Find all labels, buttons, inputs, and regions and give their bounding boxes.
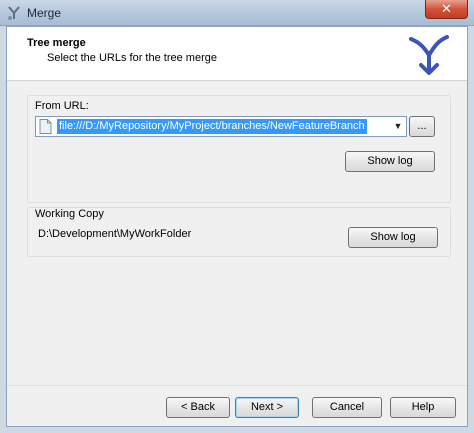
close-button[interactable]: ✕ — [425, 0, 468, 19]
merge-app-icon — [8, 6, 20, 20]
file-icon — [39, 119, 52, 134]
working-copy-path: D:\Development\MyWorkFolder — [38, 228, 192, 240]
tree-merge-icon — [409, 35, 449, 75]
working-copy-label: Working Copy — [35, 208, 104, 220]
page-subtitle: Select the URLs for the tree merge — [47, 52, 217, 64]
page-title: Tree merge — [27, 37, 86, 49]
from-url-group — [27, 95, 451, 203]
help-button[interactable]: Help — [390, 397, 456, 418]
from-url-show-log-button[interactable]: Show log — [345, 151, 435, 172]
cancel-button[interactable]: Cancel — [312, 397, 382, 418]
browse-url-button[interactable]: ... — [409, 116, 435, 137]
from-url-label: From URL: — [35, 100, 89, 112]
back-button[interactable]: < Back — [166, 397, 230, 418]
chevron-down-icon[interactable]: ▼ — [390, 117, 406, 136]
working-copy-show-log-button[interactable]: Show log — [348, 227, 438, 248]
next-button[interactable]: Next > — [235, 397, 299, 418]
footer-divider — [7, 385, 467, 386]
merge-dialog: Tree merge Select the URLs for the tree … — [6, 26, 468, 427]
window-title: Merge — [27, 6, 62, 20]
wizard-header: Tree merge Select the URLs for the tree … — [7, 27, 467, 81]
title-bar[interactable]: Merge ✕ — [0, 0, 474, 26]
from-url-value[interactable]: file:///D:/MyRepository/MyProject/branch… — [57, 119, 367, 134]
from-url-combobox[interactable]: file:///D:/MyRepository/MyProject/branch… — [35, 116, 407, 137]
